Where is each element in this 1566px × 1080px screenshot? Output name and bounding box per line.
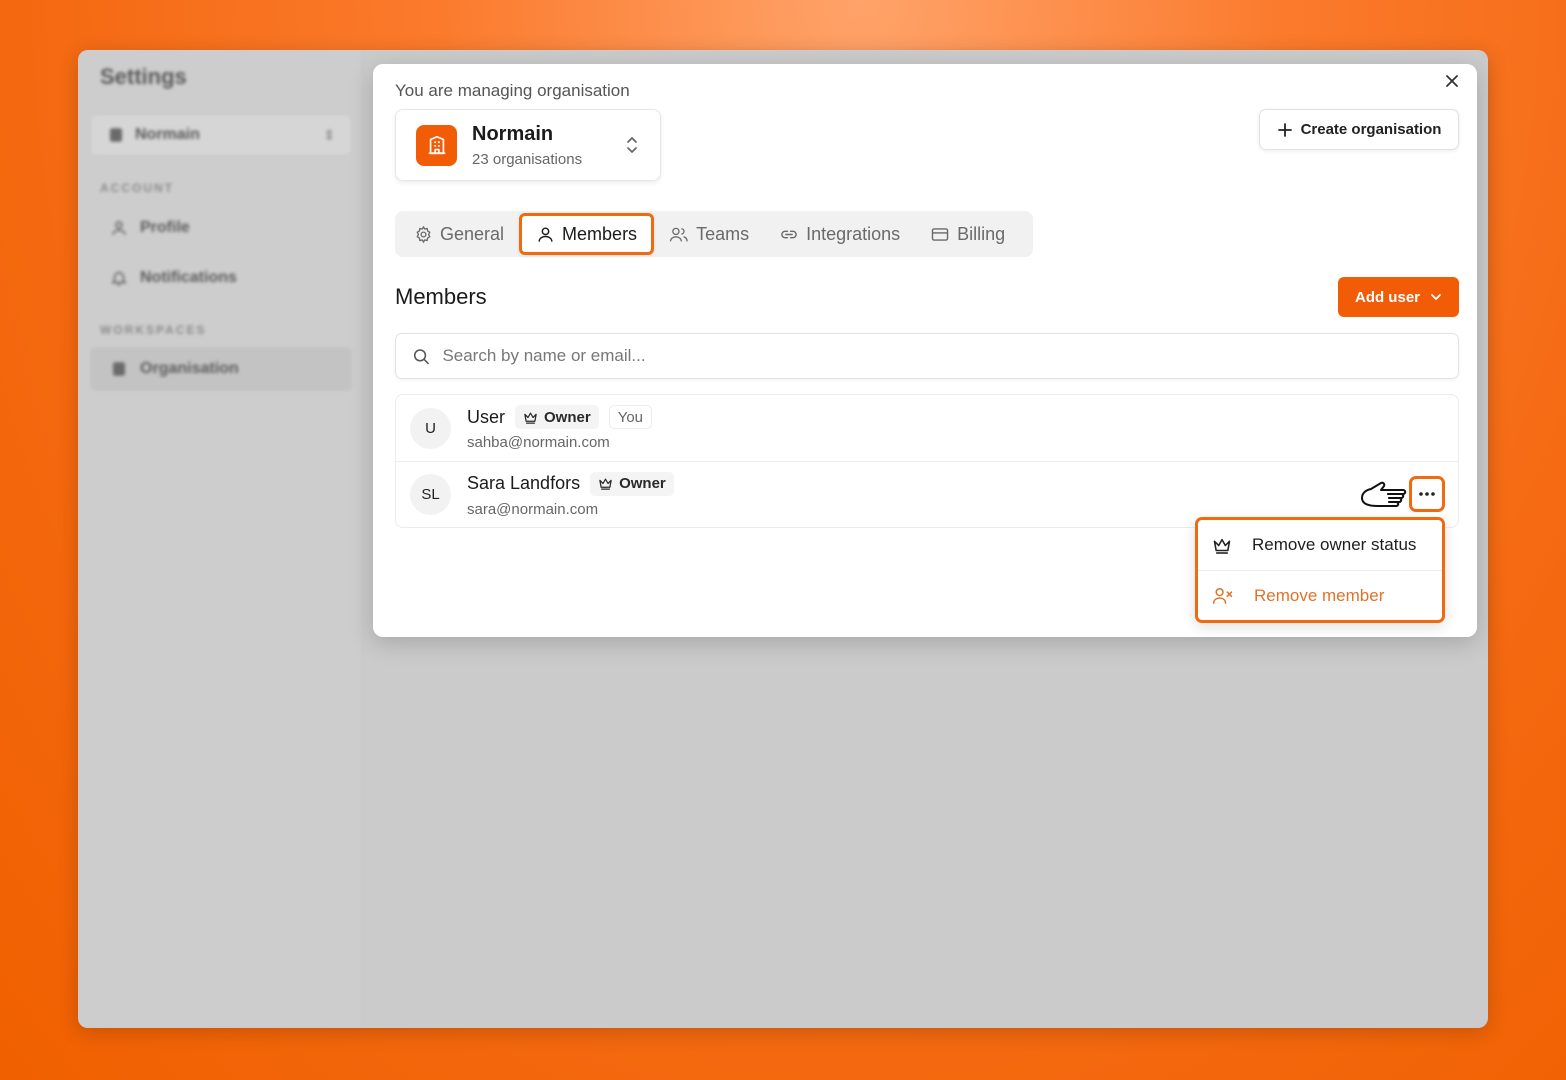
member-actions-button[interactable] [1409,476,1445,512]
tab-teams[interactable]: Teams [654,215,764,253]
menu-item-remove-owner-status[interactable]: Remove owner status [1198,520,1442,570]
tab-general[interactable]: General [399,215,519,253]
badge-label: Owner [619,475,666,492]
add-user-label: Add user [1354,288,1420,306]
members-list: U User Owner You sahba@normain.com SL Sa… [395,394,1459,528]
sidebar-item-label: Notifications [140,269,237,286]
menu-item-remove-member[interactable]: Remove member [1198,570,1442,620]
sidebar-item-label: Profile [140,219,190,236]
user-icon [110,219,128,237]
org-name: Normain [472,122,554,145]
tab-billing[interactable]: Billing [915,215,1020,253]
tab-integrations[interactable]: Integrations [764,215,915,253]
close-button[interactable] [1441,70,1463,92]
create-organisation-button[interactable]: Create organisation [1259,109,1459,150]
chevron-up-down-icon [624,134,640,156]
user-icon [538,226,553,242]
link-icon [781,230,797,238]
crown-icon [1213,538,1231,554]
settings-sidebar: Settings Normain ⇕ ACCOUNT Profile Notif… [78,50,363,1028]
sidebar-item-label: Organisation [140,360,239,377]
tab-label: Integrations [806,223,901,244]
building-icon [110,360,128,378]
search-input[interactable] [442,346,1442,366]
bell-icon [110,269,128,287]
owner-badge: Owner [590,471,674,496]
crown-icon [524,412,537,424]
plus-icon [1277,122,1292,137]
tab-members[interactable]: Members [519,213,655,255]
more-horizontal-icon [1419,492,1435,496]
member-email: sara@normain.com [467,500,599,518]
avatar: SL [410,474,451,515]
managing-label: You are managing organisation [395,81,630,100]
members-section-title: Members [395,284,487,309]
chevron-down-icon [1431,294,1441,300]
building-icon [428,135,445,155]
org-logo [416,124,457,166]
crown-icon [599,478,612,490]
sidebar-org-name: Normain [135,126,200,143]
credit-card-icon [931,227,949,241]
member-name: Sara Landfors [467,473,581,493]
tab-label: Teams [696,223,750,244]
menu-item-label: Remove member [1254,585,1385,605]
menu-item-label: Remove owner status [1252,535,1417,554]
org-switcher[interactable]: Normain 23 organisations [395,109,661,181]
create-organisation-label: Create organisation [1300,121,1442,138]
tab-label: General [440,223,505,244]
member-actions-menu: Remove owner status Remove member [1195,517,1445,623]
member-row: U User Owner You sahba@normain.com [396,395,1458,461]
users-icon [669,227,688,241]
owner-badge: Owner [515,405,599,429]
pointing-hand-icon [1361,481,1407,507]
add-user-button[interactable]: Add user [1338,277,1459,317]
badge-label: Owner [544,408,591,426]
member-search [395,333,1459,379]
sidebar-item-profile[interactable]: Profile [90,206,352,250]
chevron-up-down-icon: ⇕ [323,126,335,143]
settings-tabs: General Members Teams Integrations Billi… [395,211,1033,257]
gear-icon [416,225,431,243]
sidebar-title: Settings [100,64,187,89]
sidebar-item-notifications[interactable]: Notifications [90,256,352,300]
building-icon [107,126,125,144]
sidebar-section-workspaces: WORKSPACES [100,323,207,337]
sidebar-item-organisation[interactable]: Organisation [90,347,352,391]
search-icon [413,348,429,364]
sidebar-org-selector[interactable]: Normain ⇕ [90,114,352,156]
user-remove-icon [1212,587,1233,604]
sidebar-section-account: ACCOUNT [100,181,174,195]
tab-label: Billing [957,223,1006,244]
avatar: U [410,407,451,449]
you-badge: You [608,405,653,429]
org-count: 23 organisations [472,150,583,168]
close-icon [1446,75,1458,87]
member-email: sahba@normain.com [467,434,610,451]
member-name: User [467,406,506,427]
tab-label: Members [562,223,638,244]
